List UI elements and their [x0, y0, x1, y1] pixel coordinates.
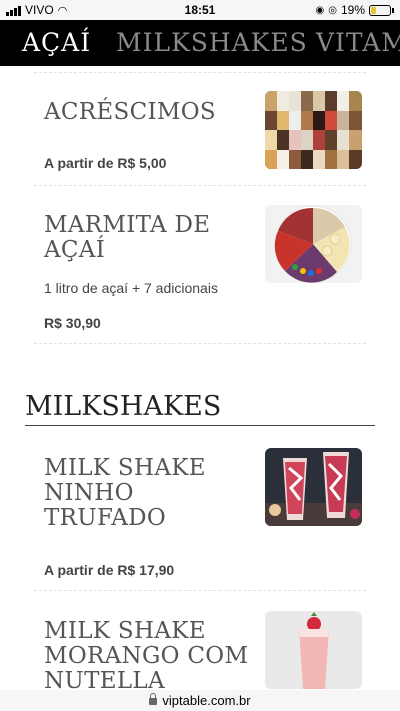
section-rule: [25, 425, 375, 426]
lock-icon: [149, 693, 158, 705]
item-title: MARMITA DE AÇAÍ: [44, 212, 211, 263]
divider: [34, 343, 366, 344]
item-description: 1 litro de açaí + 7 adicionais: [44, 280, 218, 296]
tab-milkshakes[interactable]: MILKSHAKES: [116, 28, 308, 57]
pink-milkshake-image: [265, 611, 362, 689]
category-tabs: AÇAÍ MILKSHAKES VITAM: [0, 20, 400, 66]
url-text: viptable.com.br: [162, 693, 251, 708]
battery-icon: [369, 4, 391, 16]
item-price: R$ 30,90: [44, 315, 101, 331]
battery-percent: 19%: [340, 3, 365, 17]
divider: [34, 590, 366, 591]
toppings-grid-image: [265, 91, 362, 169]
status-right: ◉ ◎ 19%: [315, 3, 394, 17]
tab-vitaminas[interactable]: VITAM: [316, 28, 400, 57]
item-title: MILK SHAKE MORANGO COM NUTELLA: [44, 618, 249, 694]
alarm-icon: ◎: [328, 4, 337, 16]
battery-tip: [392, 7, 394, 13]
item-price: A partir de R$ 5,00: [44, 155, 167, 171]
acai-bowl-image: [265, 205, 362, 283]
section-title: MILKSHAKES: [25, 391, 222, 422]
location-icon: ◉: [315, 4, 325, 16]
strawberry-milkshake-image: [265, 448, 362, 526]
divider: [34, 72, 366, 73]
item-title: ACRÉSCIMOS: [44, 99, 216, 125]
browser-url-bar[interactable]: viptable.com.br: [0, 690, 400, 711]
item-price: A partir de R$ 17,90: [44, 562, 175, 578]
divider: [34, 185, 366, 186]
item-title: MILK SHAKE NINHO TRUFADO: [44, 455, 206, 531]
status-bar: VIVO ◠ 18:51 ◉ ◎ 19%: [0, 0, 400, 20]
tab-acai[interactable]: AÇAÍ: [22, 28, 91, 57]
